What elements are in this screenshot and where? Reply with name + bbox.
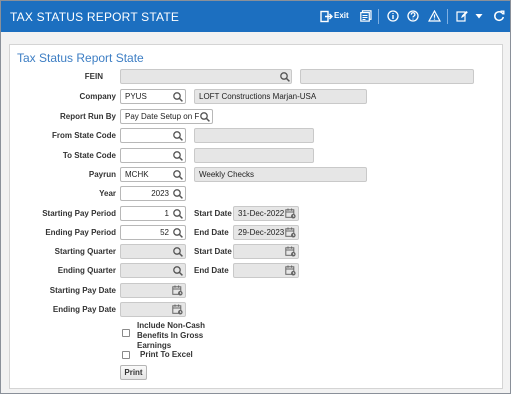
fein-input[interactable] bbox=[120, 69, 292, 84]
search-icon[interactable] bbox=[172, 91, 184, 103]
to-state-description bbox=[194, 148, 314, 163]
panel-title: Tax Status Report State bbox=[17, 51, 144, 65]
search-icon[interactable] bbox=[172, 188, 184, 200]
search-icon[interactable] bbox=[172, 150, 184, 162]
ending-quarter-label: Ending Quarter bbox=[57, 266, 116, 275]
calendar-icon[interactable] bbox=[172, 285, 183, 296]
start-date-label: Start Date bbox=[194, 209, 232, 218]
payrun-label: Payrun bbox=[88, 170, 116, 179]
payrun-description: Weekly Checks bbox=[194, 167, 367, 182]
calendar-icon[interactable] bbox=[285, 246, 296, 257]
company-description: LOFT Constructions Marjan-USA bbox=[194, 89, 367, 104]
window: TAX STATUS REPORT STATE Exit Tax Status … bbox=[0, 0, 511, 394]
search-icon[interactable] bbox=[172, 130, 184, 142]
report-run-by-label: Report Run By bbox=[60, 112, 116, 121]
info-icon[interactable] bbox=[386, 9, 400, 23]
search-icon[interactable] bbox=[172, 265, 184, 277]
calendar-icon[interactable] bbox=[172, 304, 183, 315]
quarter-end-date-label: End Date bbox=[194, 266, 229, 275]
include-noncash-line-1: Include Non-Cash bbox=[137, 321, 206, 330]
starting-pay-date-label: Starting Pay Date bbox=[49, 286, 116, 295]
ending-pay-date-label: Ending Pay Date bbox=[52, 305, 116, 314]
search-icon[interactable] bbox=[172, 208, 184, 220]
year-label: Year bbox=[99, 189, 116, 198]
exit-icon[interactable] bbox=[319, 9, 333, 23]
chevron-down-icon[interactable] bbox=[472, 9, 486, 23]
search-icon[interactable] bbox=[172, 169, 184, 181]
print-to-excel-label: Print To Excel bbox=[140, 350, 193, 359]
search-icon[interactable] bbox=[172, 246, 184, 258]
to-state-code-label: To State Code bbox=[62, 151, 116, 160]
search-icon[interactable] bbox=[172, 227, 184, 239]
calendar-icon[interactable] bbox=[285, 227, 296, 238]
from-state-description bbox=[194, 128, 314, 143]
starting-quarter-label: Starting Quarter bbox=[54, 247, 116, 256]
include-noncash-line-2: Benefits In Gross bbox=[137, 331, 204, 340]
fein-label: FEIN bbox=[84, 72, 103, 81]
from-state-code-label: From State Code bbox=[51, 131, 116, 140]
include-noncash-label: Include Non-Cash Benefits In Gross Earni… bbox=[137, 321, 205, 351]
report-icon[interactable] bbox=[359, 9, 373, 23]
print-button[interactable]: Print bbox=[120, 365, 147, 380]
quarter-start-date-label: Start Date bbox=[194, 247, 232, 256]
search-icon[interactable] bbox=[279, 71, 291, 83]
end-date-label: End Date bbox=[194, 228, 229, 237]
include-noncash-checkbox[interactable] bbox=[122, 329, 130, 337]
help-icon[interactable] bbox=[406, 9, 420, 23]
ending-pay-period-label: Ending Pay Period bbox=[45, 228, 116, 237]
exit-button[interactable]: Exit bbox=[334, 11, 349, 20]
calendar-icon[interactable] bbox=[285, 208, 296, 219]
print-to-excel-checkbox[interactable] bbox=[122, 351, 130, 359]
toolbar-separator bbox=[378, 9, 379, 24]
search-icon[interactable] bbox=[199, 111, 211, 123]
refresh-icon[interactable] bbox=[492, 9, 506, 23]
window-title: TAX STATUS REPORT STATE bbox=[10, 10, 180, 24]
title-bar: TAX STATUS REPORT STATE Exit bbox=[1, 1, 510, 32]
edit-icon[interactable] bbox=[455, 9, 469, 23]
fein-description bbox=[300, 69, 474, 84]
toolbar-separator bbox=[447, 9, 448, 24]
calendar-icon[interactable] bbox=[285, 265, 296, 276]
warning-icon[interactable] bbox=[427, 9, 441, 23]
starting-pay-period-label: Starting Pay Period bbox=[42, 209, 116, 218]
company-label: Company bbox=[79, 92, 116, 101]
